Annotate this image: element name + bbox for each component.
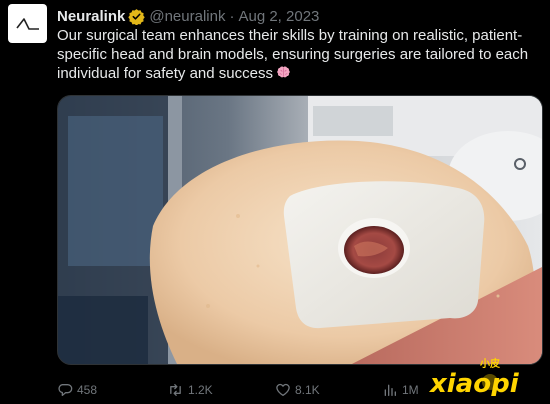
tweet-text: Our surgical team enhances their skills … (57, 27, 529, 82)
tweet-date[interactable]: Aug 2, 2023 (238, 8, 319, 25)
views-count: 1M (402, 383, 419, 397)
reply-icon (58, 384, 73, 396)
watermark-face-icon (482, 374, 498, 390)
verified-badge-icon (128, 8, 146, 25)
tweet-text-block: Our surgical team enhances their skills … (57, 26, 543, 83)
tweet-header: Neuralink @neuralink · Aug 2, 2023 (57, 6, 540, 26)
retweet-button[interactable]: 1.2K (167, 382, 213, 398)
reply-count: 458 (77, 383, 98, 397)
brain-emoji-icon (277, 66, 290, 78)
separator-dot: · (229, 7, 235, 25)
xiaopi-watermark-logo: 小皮 xiaopi (428, 357, 520, 396)
retweet-count: 1.2K (188, 383, 213, 397)
avatar[interactable] (8, 4, 47, 43)
media-photo (58, 96, 542, 364)
reply-button[interactable]: 458 (57, 382, 97, 398)
tweet: Neuralink @neuralink · Aug 2, 2023 Our s… (0, 0, 550, 404)
retweet-icon (170, 384, 181, 396)
tweet-media[interactable] (57, 95, 543, 365)
author-name[interactable]: Neuralink (57, 8, 125, 25)
neuralink-logo-icon (15, 17, 39, 30)
watermark-main-text: xiaopi (428, 369, 520, 396)
views-chart-icon (384, 384, 396, 396)
heart-icon (276, 383, 290, 396)
views-button[interactable]: 1M (382, 382, 419, 398)
like-count: 8.1K (295, 383, 320, 397)
author-handle[interactable]: @neuralink (149, 8, 225, 25)
like-button[interactable]: 8.1K (275, 382, 320, 398)
